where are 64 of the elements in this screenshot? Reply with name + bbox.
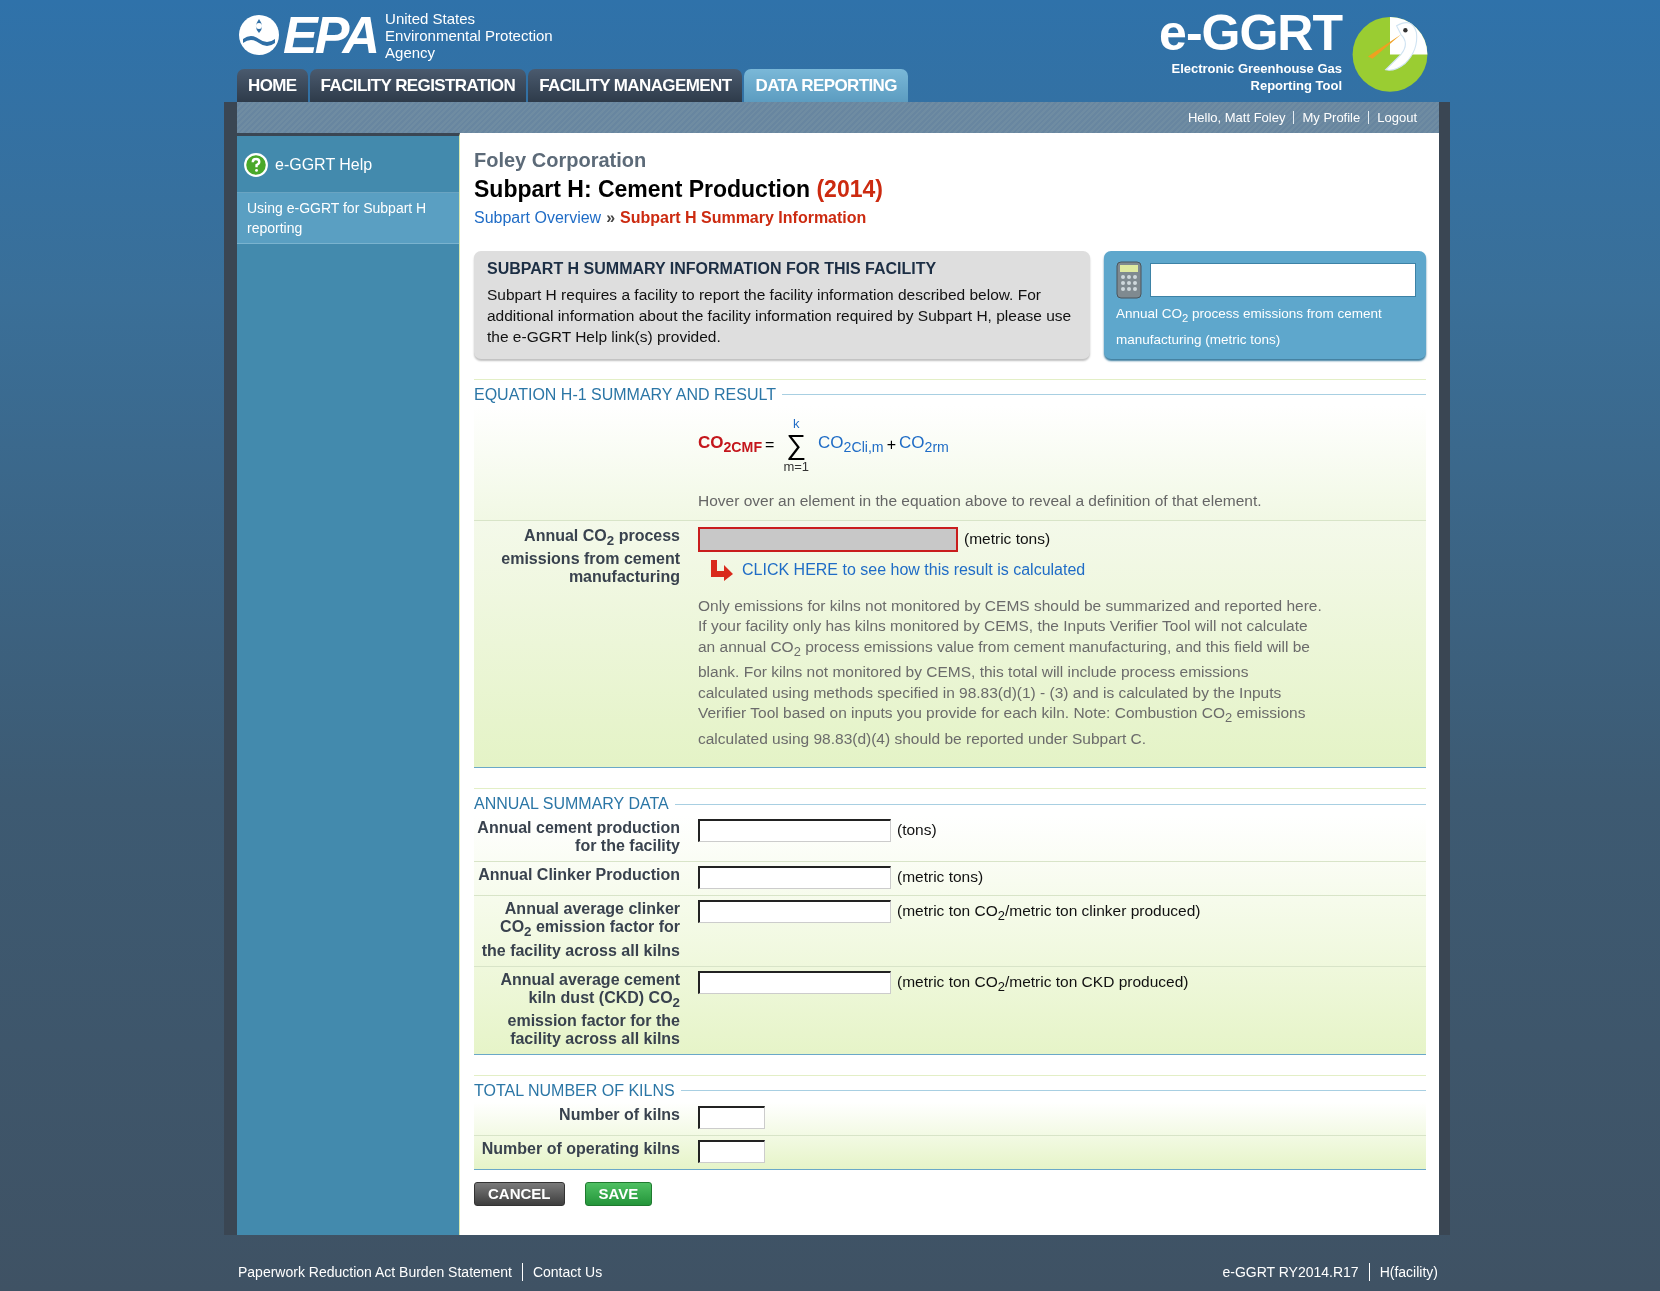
tool-name: e-GGRT	[1159, 6, 1342, 60]
help-title: e-GGRT Help	[275, 156, 373, 174]
equals-sign: =	[765, 435, 775, 454]
input-field[interactable]	[698, 819, 891, 843]
agency-name-line: United States	[385, 9, 477, 27]
input-field[interactable]	[698, 866, 891, 890]
field-label: Annual average clinker CO$_{2}$ emission factor for the facility across all kilns	[480, 900, 680, 960]
user-link[interactable]: My Profile	[1302, 110, 1361, 125]
agency-name-line: Agency	[385, 43, 437, 61]
input-field[interactable]	[698, 1105, 765, 1129]
footer-link[interactable]: Contact Us	[532, 1264, 603, 1280]
result-caption: Annual CO$_{2}$ process emissions from cement manufacturing (metric tons)	[1116, 305, 1383, 349]
section-heading: EQUATION H-1 SUMMARY AND RESULT	[474, 385, 776, 404]
calculator-icon	[1116, 261, 1142, 299]
input-field[interactable]	[698, 900, 891, 924]
info-heading: SUBPART H SUMMARY INFORMATION FOR THIS FACILITY	[487, 260, 938, 278]
page-title: Subpart H: Cement Production (2014)	[474, 176, 884, 203]
nav-tab[interactable]: HOME	[237, 69, 308, 102]
breadcrumb-link[interactable]: Subpart H Summary Information	[620, 209, 867, 227]
unit-label: (metric tons)	[897, 868, 984, 887]
user-link[interactable]: Logout	[1377, 110, 1417, 125]
footer-link[interactable]: Paperwork Reduction Act Burden Statement	[238, 1264, 512, 1280]
nav-tab[interactable]: FACILITY REGISTRATION	[309, 69, 527, 102]
arrow-icon	[708, 557, 734, 582]
epa-wordmark: EPA	[283, 9, 378, 61]
footer-text: H(facility)	[1379, 1264, 1438, 1280]
section-heading: ANNUAL SUMMARY DATA	[474, 795, 669, 814]
unit-label: (metric ton CO$_{2}$/metric ton CKD produced)	[897, 972, 1189, 994]
calculation-link[interactable]: CLICK HERE to see how this result is calculated	[742, 560, 1086, 579]
unit-label: (metric ton CO$_{2}$/metric ton clinker produced)	[897, 902, 1201, 924]
epa-emblem-icon	[237, 13, 281, 57]
breadcrumb-link[interactable]: Subpart Overview	[474, 209, 602, 227]
plus-sign: +	[886, 435, 896, 454]
cancel-button[interactable]: CANCEL	[474, 1181, 565, 1206]
company-name: Foley Corporation	[474, 149, 648, 172]
sigma-sign: ∑	[786, 430, 807, 459]
field-label: Annual Clinker Production	[477, 866, 680, 885]
user-greeting: Hello, Matt Foley	[1187, 110, 1286, 125]
equation-term[interactable]: CO$_{2CMF}$	[698, 433, 763, 456]
nav-tab[interactable]: FACILITY MANAGEMENT	[528, 69, 743, 102]
equation-term[interactable]: CO$_{2rm}$	[899, 433, 949, 456]
sum-upper-limit[interactable]: k	[792, 415, 800, 431]
tool-subtitle-line: Reporting Tool	[1250, 77, 1342, 94]
input-field[interactable]	[698, 970, 891, 994]
field-label: Annual CO$_{2}$ process emissions from cement manufacturing	[500, 526, 680, 587]
field-label: Number of kilns	[558, 1105, 680, 1124]
help-icon	[243, 152, 269, 178]
result-note: Only emissions for kilns not monitored by CEMS should be summarized and reported here. If your facility only has kilns monitored by CEMS, the Inputs Verifier Tool will not calculate an annual CO$_{2}$ process emissions value from cement manufacturing, and this field will be blank. For kilns not monitored by CEMS, this total will include process emissions calculated using methods specified in 98.83(d)(1) - (3) and is calculated by the Inputs Verifier Tool based on inputs you provide for each kiln. Note: Combustion CO$_{2}$ emissions calculated using 98.83(d)(4) should be reported under Subpart C.	[698, 595, 1322, 749]
section-heading: TOTAL NUMBER OF KILNS	[474, 1081, 675, 1100]
field-label: Annual cement production for the facility	[476, 819, 680, 856]
input-field[interactable]	[698, 1139, 765, 1163]
footer-text: e-GGRT RY2014.R17	[1222, 1264, 1359, 1280]
field-label: Annual average cement kiln dust (CKD) CO$_{2}$ emission factor for the facility across all kilns	[499, 970, 680, 1048]
field-label: Number of operating kilns	[480, 1139, 680, 1158]
save-button[interactable]: SAVE	[584, 1181, 653, 1206]
breadcrumb-separator: »	[606, 209, 616, 227]
info-text: Subpart H requires a facility to report the facility information described below. For additional information about the facility information required by Subpart H, please use the e-GGRT Help link(s) provided.	[487, 285, 1073, 347]
equation-term[interactable]: CO$_{2Cli,m}$	[818, 433, 884, 456]
equation-hint: Hover over an element in the equation above to reveal a definition of that element.	[698, 491, 1263, 510]
tool-subtitle-line: Electronic Greenhouse Gas	[1171, 60, 1342, 77]
sidebar-link[interactable]: Using e-GGRT for Subpart H reporting	[237, 193, 459, 244]
agency-name-line: Environmental Protection	[385, 26, 553, 44]
unit-label: (tons)	[897, 821, 937, 840]
unit-label: (metric tons)	[964, 530, 1051, 549]
